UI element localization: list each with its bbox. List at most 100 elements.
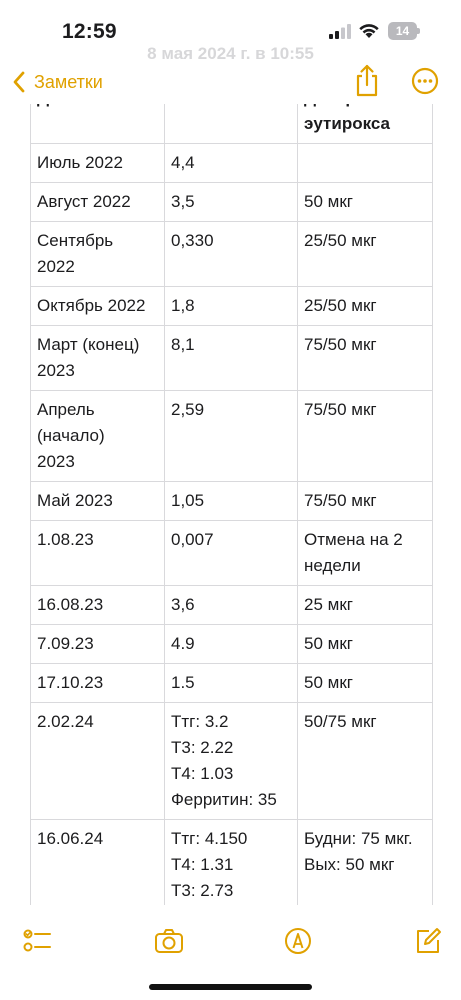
- cell-dose[interactable]: 75/50 мкг: [297, 325, 433, 391]
- cell-dose-text: 50 мкг: [304, 673, 353, 692]
- cell-dose[interactable]: [297, 143, 433, 183]
- cell-dose[interactable]: 50 мкг: [297, 663, 433, 703]
- dosage-table[interactable]: Дата ТТГ Дозировка эутирокса Июль 20224,…: [30, 78, 433, 950]
- cell-date-text: Октябрь 2022: [37, 296, 146, 315]
- cell-ttg-text: 8,1: [171, 335, 195, 354]
- camera-icon[interactable]: [154, 927, 184, 955]
- home-indicator: [149, 984, 312, 990]
- cell-ttg-text: 3,6: [171, 595, 195, 614]
- cell-ttg[interactable]: Ттг: 3.2 Т3: 2.22 Т4: 1.03 Ферритин: 35: [164, 702, 298, 820]
- cell-date-text: 2023: [37, 452, 75, 471]
- cell-ttg-text: Ттг: 4.150: [171, 829, 248, 848]
- cell-ttg[interactable]: 4.9: [164, 624, 298, 664]
- cell-dose[interactable]: Отмена на 2 недели: [297, 520, 433, 586]
- cell-ttg[interactable]: Ттг: 4.150 Т4: 1.31 Т3: 2.73: [164, 819, 298, 911]
- cell-dose[interactable]: 75/50 мкг: [297, 390, 433, 482]
- cell-ttg[interactable]: 1.5: [164, 663, 298, 703]
- cell-dose-text: Отмена на 2: [304, 530, 403, 549]
- cell-date[interactable]: 2.02.24: [30, 702, 165, 820]
- cell-date-text: 16.06.24: [37, 829, 104, 848]
- note-table-container: Дата ТТГ Дозировка эутирокса Июль 20224,…: [30, 78, 433, 950]
- compose-icon[interactable]: [413, 927, 443, 955]
- cell-dose[interactable]: 50 мкг: [297, 624, 433, 664]
- cell-date[interactable]: 17.10.23: [30, 663, 165, 703]
- cell-ttg[interactable]: 1,8: [164, 286, 298, 326]
- cell-ttg-text: Ттг: 3.2: [171, 712, 229, 731]
- cell-date[interactable]: Май 2023: [30, 481, 165, 521]
- cell-ttg[interactable]: 8,1: [164, 325, 298, 391]
- cell-ttg[interactable]: 1,05: [164, 481, 298, 521]
- table-row: 16.08.23 3,6 25 мкг: [30, 585, 433, 625]
- checklist-icon[interactable]: [23, 927, 53, 955]
- table-row: Август 2022 3,5 50 мкг: [30, 182, 433, 222]
- table-row: Октябрь 2022 1,8 25/50 мкг: [30, 286, 433, 326]
- cell-ttg-text: 3,5: [171, 192, 195, 211]
- cell-dose[interactable]: 50/75 мкг: [297, 702, 433, 820]
- cell-ttg[interactable]: 3,6: [164, 585, 298, 625]
- cell-dose[interactable]: 25/50 мкг: [297, 286, 433, 326]
- cell-date[interactable]: Октябрь 2022: [30, 286, 165, 326]
- cell-date[interactable]: Июль 2022: [30, 143, 165, 183]
- cell-date-text: 1.08.23: [37, 530, 94, 549]
- cell-ttg[interactable]: 2,59: [164, 390, 298, 482]
- cell-dose[interactable]: 75/50 мкг: [297, 481, 433, 521]
- table-row: 2.02.24 Ттг: 3.2 Т3: 2.22 Т4: 1.03 Ферритин:…: [30, 702, 433, 820]
- more-icon[interactable]: [411, 67, 439, 95]
- cell-date-text: Июль 2022: [37, 153, 123, 172]
- table-row: 7.09.23 4.9 50 мкг: [30, 624, 433, 664]
- cellular-signal-icon: [329, 24, 351, 39]
- cell-ttg[interactable]: 0,007: [164, 520, 298, 586]
- cell-dose[interactable]: 50 мкг: [297, 182, 433, 222]
- cell-date[interactable]: Август 2022: [30, 182, 165, 222]
- back-label: Заметки: [34, 71, 103, 92]
- cell-date[interactable]: Март (конец) 2023: [30, 325, 165, 391]
- cell-dose[interactable]: Будни: 75 мкг. Вых: 50 мкг: [297, 819, 433, 911]
- cell-ttg-text: 0,007: [171, 530, 214, 549]
- share-icon[interactable]: [353, 64, 381, 98]
- cell-ttg[interactable]: 4,4: [164, 143, 298, 183]
- cell-dose-text: 25/50 мкг: [304, 231, 377, 250]
- table-row: Июль 2022 4,4: [30, 143, 433, 183]
- cell-dose-text: 50 мкг: [304, 634, 353, 653]
- status-time: 12:59: [62, 20, 117, 43]
- cell-dose[interactable]: 25 мкг: [297, 585, 433, 625]
- cell-dose-text: Вых: 50 мкг: [304, 855, 395, 874]
- cell-ttg-text: Ферритин: 35: [171, 790, 277, 809]
- table-row: 16.06.24 Ттг: 4.150 Т4: 1.31 Т3: 2.73 Будни:…: [30, 819, 433, 911]
- cell-dose-text: 75/50 мкг: [304, 400, 377, 419]
- back-button[interactable]: Заметки: [12, 68, 103, 96]
- table-row: Май 2023 1,05 75/50 мкг: [30, 481, 433, 521]
- chevron-left-icon: [13, 71, 25, 93]
- cell-ttg[interactable]: 3,5: [164, 182, 298, 222]
- table-row: 17.10.23 1.5 50 мкг: [30, 663, 433, 703]
- wifi-icon: [359, 24, 379, 38]
- table-row: Апрель (начало) 2023 2,59 75/50 мкг: [30, 390, 433, 482]
- cell-date[interactable]: Сентябрь 2022: [30, 221, 165, 287]
- cell-ttg-text: Т4: 1.31: [171, 855, 234, 874]
- cell-date[interactable]: 16.08.23: [30, 585, 165, 625]
- markup-pen-icon[interactable]: [283, 927, 313, 955]
- cell-date[interactable]: 7.09.23: [30, 624, 165, 664]
- cell-ttg-text: 4,4: [171, 153, 195, 172]
- cell-dose-text: 25/50 мкг: [304, 296, 377, 315]
- navigation-bar: Заметки: [0, 60, 461, 104]
- cell-ttg-text: Т3: 2.22: [171, 738, 234, 757]
- note-date-title: 8 мая 2024 г. в 10:55: [147, 44, 314, 63]
- cell-date[interactable]: 16.06.24: [30, 819, 165, 911]
- battery-icon: 14: [388, 22, 420, 40]
- cell-date[interactable]: 1.08.23: [30, 520, 165, 586]
- cell-date-text: (начало): [37, 426, 105, 445]
- table-row: 1.08.23 0,007 Отмена на 2 недели: [30, 520, 433, 586]
- cell-dose-text: 25 мкг: [304, 595, 353, 614]
- table-row: Март (конец) 2023 8,1 75/50 мкг: [30, 325, 433, 391]
- cell-date-text: 7.09.23: [37, 634, 94, 653]
- note-body[interactable]: Дата ТТГ Дозировка эутирокса Июль 20224,…: [0, 0, 461, 1000]
- cell-date-text: Май 2023: [37, 491, 113, 510]
- cell-ttg-text: 0,330: [171, 231, 214, 250]
- cell-dose-text: 75/50 мкг: [304, 491, 377, 510]
- cell-ttg[interactable]: 0,330: [164, 221, 298, 287]
- cell-date[interactable]: Апрель (начало) 2023: [30, 390, 165, 482]
- cell-dose[interactable]: 25/50 мкг: [297, 221, 433, 287]
- cell-dose-text: [304, 150, 426, 176]
- cell-ttg-text: 1.5: [171, 673, 195, 692]
